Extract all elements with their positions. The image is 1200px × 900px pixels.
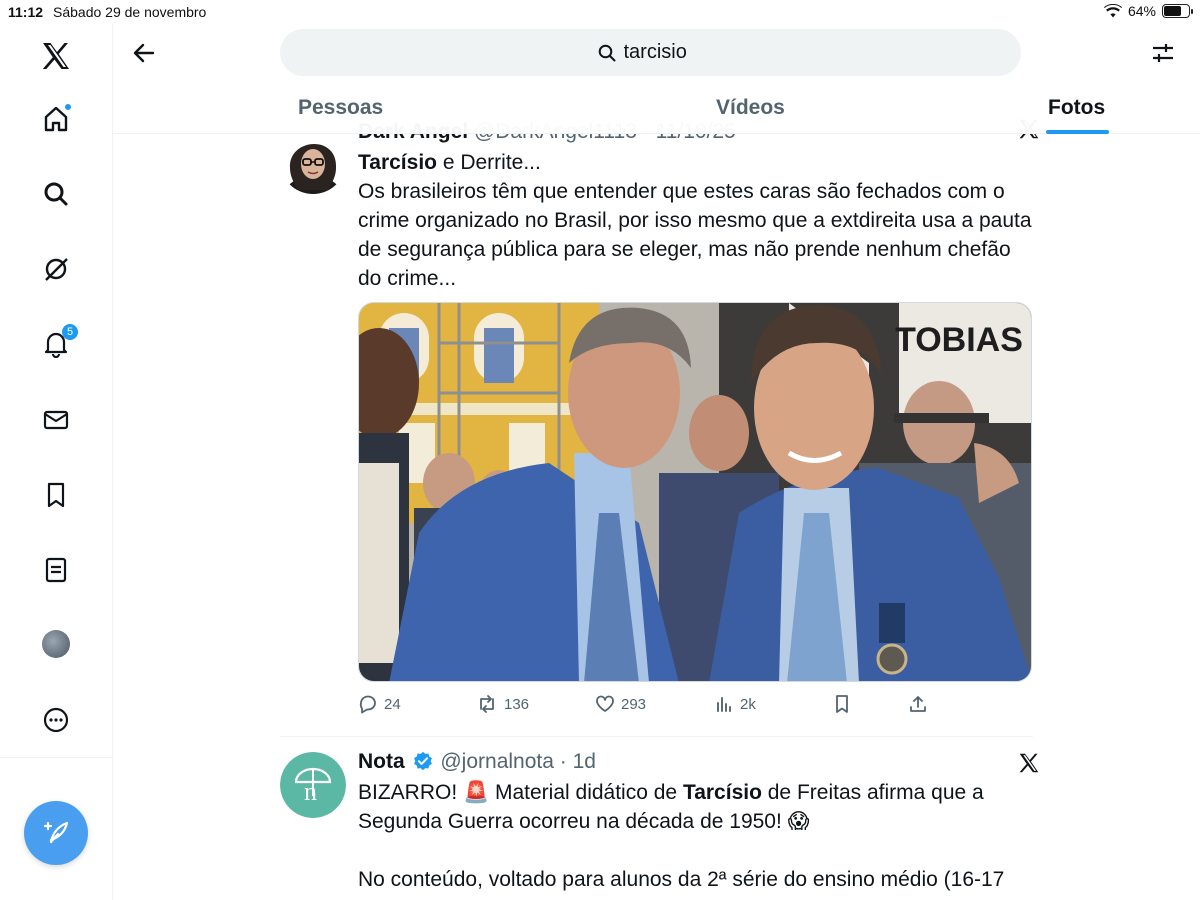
tweet-divider <box>280 736 1033 737</box>
views-chart-icon <box>717 697 731 712</box>
verified-badge-icon <box>413 751 432 771</box>
x-logo-icon[interactable] <box>1018 752 1040 780</box>
avatar <box>42 630 70 658</box>
views-button[interactable]: 2k <box>714 694 756 714</box>
tweet-line-3: No conteúdo, voltado para alunos da 2ª s… <box>358 868 1005 891</box>
reply-button[interactable]: 24 <box>358 694 401 714</box>
arrow-left-icon <box>133 43 155 63</box>
tweet-header: Nota @jornalnota · 1d <box>358 750 1032 774</box>
bell-icon[interactable]: 5 <box>36 324 78 364</box>
meta-separator: · <box>559 750 567 773</box>
back-button[interactable] <box>129 38 159 68</box>
home-icon[interactable] <box>36 99 76 139</box>
tweet-photo[interactable]: TOBIAS <box>358 302 1032 682</box>
tweet-date[interactable]: 1d <box>573 750 596 773</box>
tweet-line-1-pre: BIZARRO! 🚨 Material didático de <box>358 781 683 804</box>
repost-button[interactable]: 136 <box>476 694 529 714</box>
battery-icon <box>1162 4 1193 18</box>
search-icon[interactable] <box>36 174 76 214</box>
tweet-avatar[interactable]: n <box>280 752 346 818</box>
repost-count: 136 <box>504 695 530 713</box>
sliders-icon <box>1153 44 1173 62</box>
notifications-badge: 5 <box>62 324 78 340</box>
tweet-text-intro: e Derrite... <box>436 151 541 174</box>
tab-active-indicator <box>1046 130 1110 134</box>
more-icon[interactable] <box>36 700 76 740</box>
tweet-line-1-post: de Freitas afirma que a <box>761 781 984 804</box>
author-name[interactable]: Nota <box>358 750 405 773</box>
profile-nav[interactable] <box>36 624 76 664</box>
rail-divider <box>0 757 113 758</box>
author-handle[interactable]: @jornalnota <box>440 750 554 773</box>
wifi-icon <box>1103 4 1122 18</box>
reply-icon <box>359 695 376 714</box>
status-bar: 11:12 Sábado 29 de novembro 64% <box>0 0 1200 24</box>
tweet-body: Dark Angel @DarkAngel1113 · 11/10/25 Tar… <box>358 120 1032 293</box>
bookmark-icon[interactable] <box>36 475 76 515</box>
search-header: Pessoas Vídeos Fotos <box>113 24 1200 134</box>
reply-count: 24 <box>384 695 401 713</box>
mail-icon[interactable] <box>36 400 76 440</box>
tweet-line-2: Segunda Guerra ocorreu na década de 1950… <box>358 810 810 833</box>
grok-icon[interactable] <box>36 249 76 289</box>
tweet-avatar[interactable] <box>280 128 346 194</box>
battery-fill <box>1164 6 1181 16</box>
like-button[interactable]: 293 <box>595 694 646 714</box>
bookmark-icon <box>836 695 848 713</box>
sidebar-nav: 5 <box>0 24 113 900</box>
home-badge-dot <box>64 103 72 111</box>
search-input[interactable] <box>623 41 704 64</box>
share-icon <box>910 696 926 712</box>
tweet-body: Nota @jornalnota · 1d BIZARRO! 🚨 Materia… <box>358 750 1032 894</box>
compose-button[interactable] <box>24 801 88 865</box>
tab-label: Vídeos <box>716 96 785 119</box>
heart-icon <box>596 695 614 712</box>
tab-fotos[interactable]: Fotos <box>1046 96 1110 134</box>
compose-quill-icon <box>43 821 69 844</box>
avatar-letter: n <box>304 777 317 806</box>
status-right: 64% <box>1103 3 1193 19</box>
banner-text: TOBIAS <box>895 321 1023 359</box>
search-tabs: Pessoas Vídeos Fotos <box>113 84 1200 134</box>
bookmark-button[interactable] <box>832 694 852 714</box>
repost-icon <box>480 695 494 713</box>
tab-videos[interactable]: Vídeos <box>716 96 785 120</box>
x-logo-icon[interactable] <box>36 36 76 76</box>
tweet-text: Tarcísio e Derrite... Os brasileiros têm … <box>358 148 1032 293</box>
lists-icon[interactable] <box>36 550 76 590</box>
status-date: Sábado 29 de novembro <box>53 4 207 20</box>
battery-percent: 64% <box>1127 3 1156 19</box>
highlight-term: Tarcísio <box>682 781 762 804</box>
search-field-icon <box>598 44 615 61</box>
views-count: 2k <box>740 695 756 713</box>
tweet-actions: 24 136 293 2k <box>358 694 938 718</box>
share-button[interactable] <box>908 694 928 714</box>
tweet-text: BIZARRO! 🚨 Material didático de Tarcísio… <box>358 778 1032 894</box>
tab-pessoas[interactable]: Pessoas <box>298 96 383 120</box>
search-bar[interactable] <box>280 29 1021 76</box>
like-count: 293 <box>621 695 647 713</box>
tab-label: Pessoas <box>298 96 384 119</box>
highlight-term: Tarcísio <box>358 151 437 174</box>
tab-label: Fotos <box>1048 96 1106 119</box>
filter-button[interactable] <box>1148 38 1178 68</box>
status-time: 11:12 <box>8 4 44 20</box>
tweet-text-body: Os brasileiros têm que entender que este… <box>358 180 1032 290</box>
